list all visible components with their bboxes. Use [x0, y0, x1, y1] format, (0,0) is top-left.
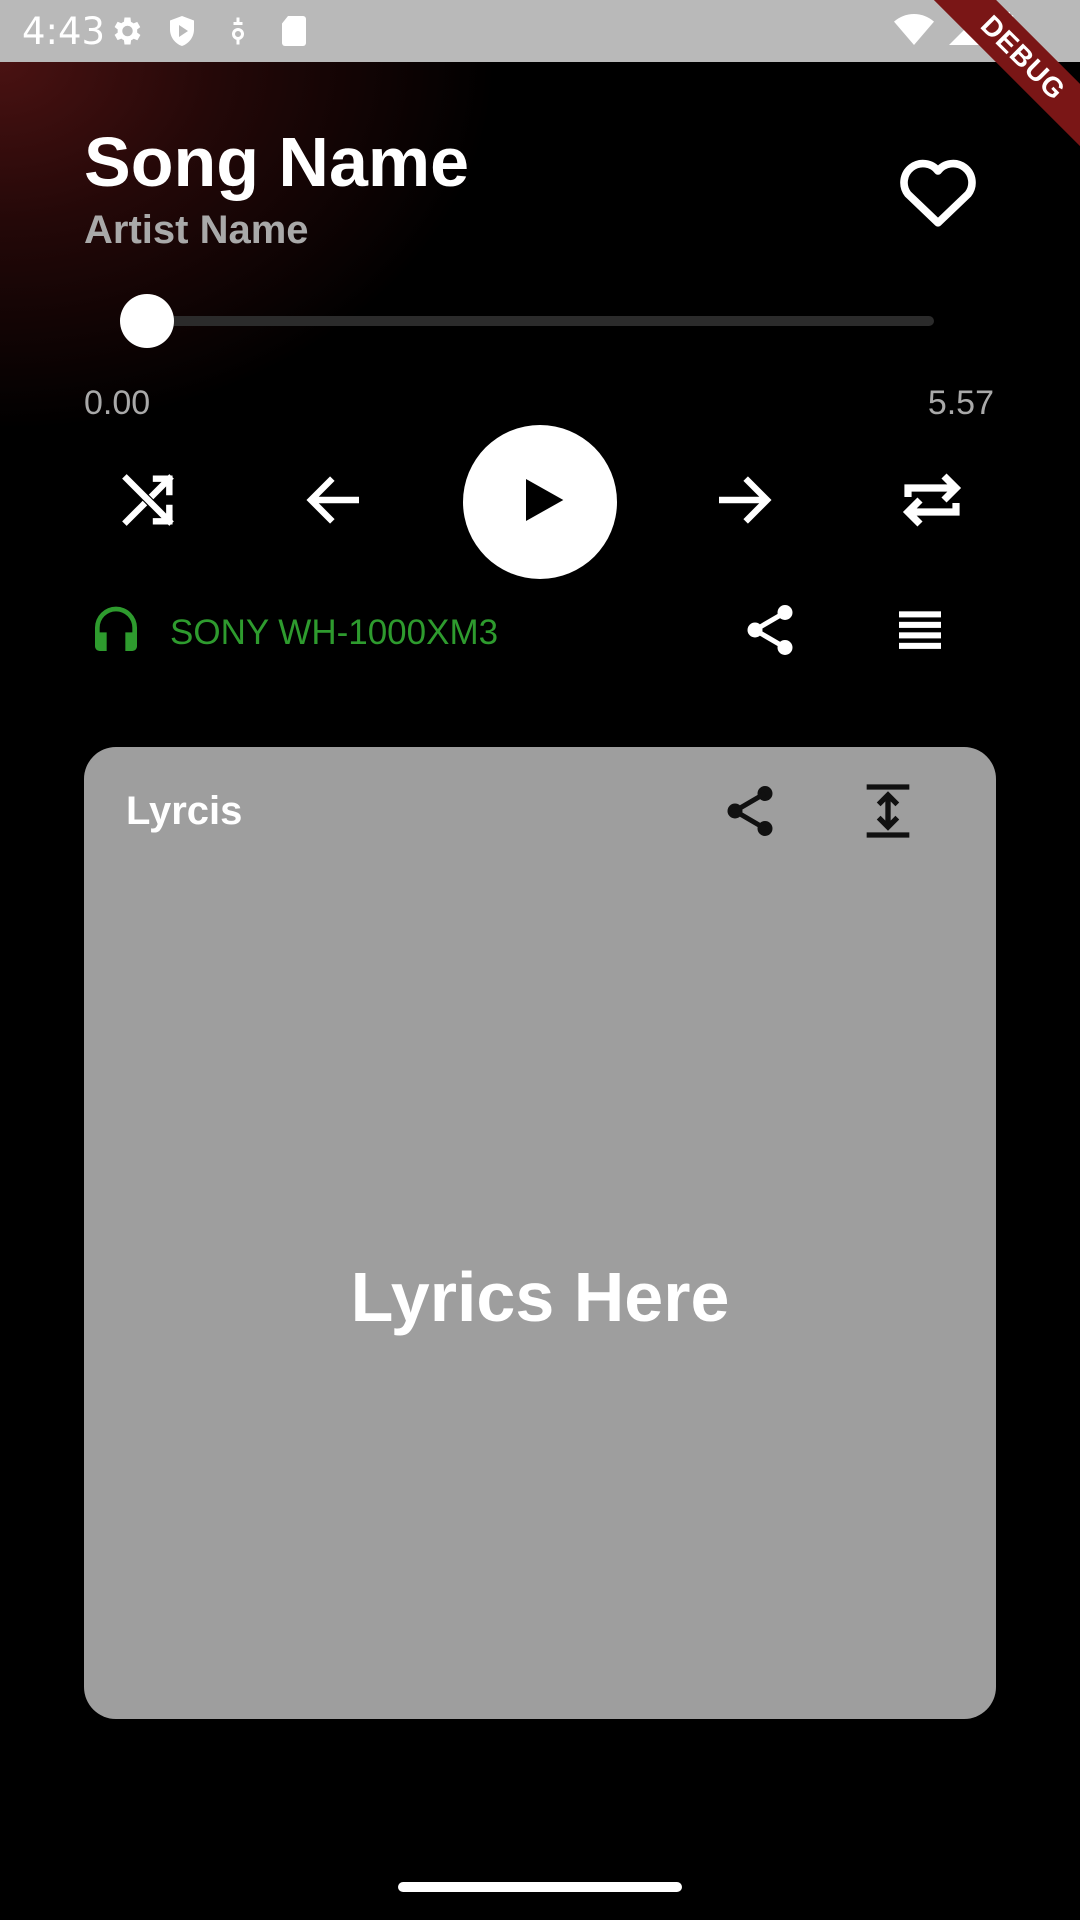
lyrics-text: Lyrics Here	[350, 1258, 730, 1336]
repeat-button[interactable]	[896, 466, 968, 538]
output-device[interactable]: SONY WH-1000XM3	[88, 602, 498, 663]
lyrics-title: Lyrcis	[126, 789, 243, 833]
elapsed-time: 0.00	[84, 384, 151, 422]
share-icon	[740, 600, 800, 665]
status-bar: 4:43	[0, 0, 1080, 62]
shuffle-icon	[116, 468, 180, 537]
repeat-icon	[896, 464, 968, 541]
share-icon	[720, 781, 780, 846]
seek-slider-track[interactable]	[146, 316, 934, 326]
favorite-heart-icon[interactable]	[896, 152, 980, 233]
sd-card-icon	[276, 13, 312, 49]
gear-icon	[108, 13, 144, 49]
lyrics-card: Lyrcis Lyrics Here	[84, 747, 996, 1719]
lyrics-expand-button[interactable]	[856, 781, 920, 845]
share-button[interactable]	[740, 602, 800, 662]
lyrics-share-button[interactable]	[720, 783, 780, 843]
location-icon	[220, 13, 256, 49]
shuffle-button[interactable]	[116, 470, 180, 534]
headphones-icon	[88, 602, 144, 663]
play-button[interactable]	[463, 425, 617, 579]
device-name: SONY WH-1000XM3	[170, 612, 499, 652]
queue-button[interactable]	[890, 602, 950, 662]
play-icon	[512, 472, 568, 533]
shield-icon	[164, 13, 200, 49]
next-button[interactable]	[711, 470, 775, 534]
home-indicator[interactable]	[398, 1882, 682, 1892]
status-left-icons	[108, 13, 312, 49]
seek-slider-thumb[interactable]	[120, 294, 174, 348]
previous-button[interactable]	[303, 470, 367, 534]
wifi-icon	[894, 12, 934, 53]
previous-icon	[303, 468, 367, 537]
queue-icon	[892, 602, 948, 663]
song-title: Song Name	[84, 123, 470, 201]
total-duration: 5.57	[927, 384, 994, 422]
expand-vertical-icon	[856, 779, 920, 848]
artist-name: Artist Name	[84, 208, 309, 252]
next-icon	[711, 468, 775, 537]
status-time: 4:43	[22, 10, 106, 53]
